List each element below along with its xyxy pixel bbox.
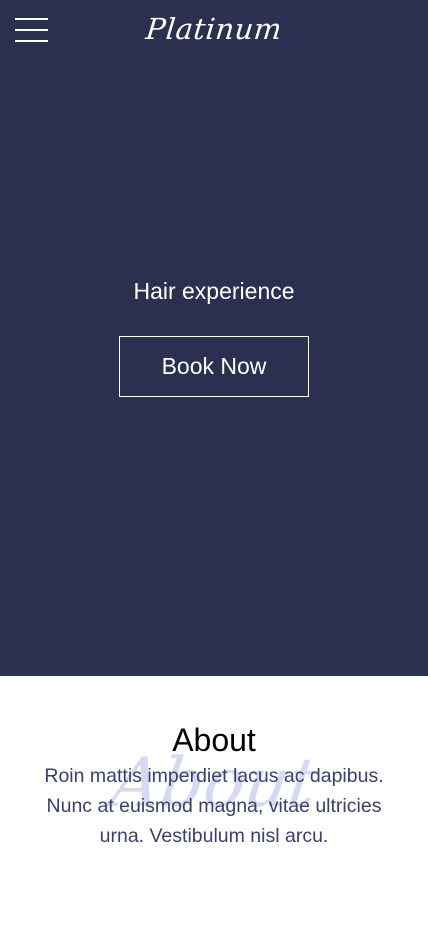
about-section: About About Roin mattis imperdiet lacus …	[0, 676, 428, 926]
about-text: Roin mattis imperdiet lacus ac dapibus. …	[44, 765, 384, 847]
site-logo[interactable]: Platinum	[0, 12, 428, 46]
book-now-button[interactable]: Book Now	[119, 336, 309, 397]
about-title: About	[172, 722, 256, 758]
page: Platinum Hair experience Book Now About …	[0, 0, 428, 926]
hero-section: Platinum Hair experience Book Now	[0, 0, 428, 676]
hero-tagline: Hair experience	[133, 278, 295, 304]
